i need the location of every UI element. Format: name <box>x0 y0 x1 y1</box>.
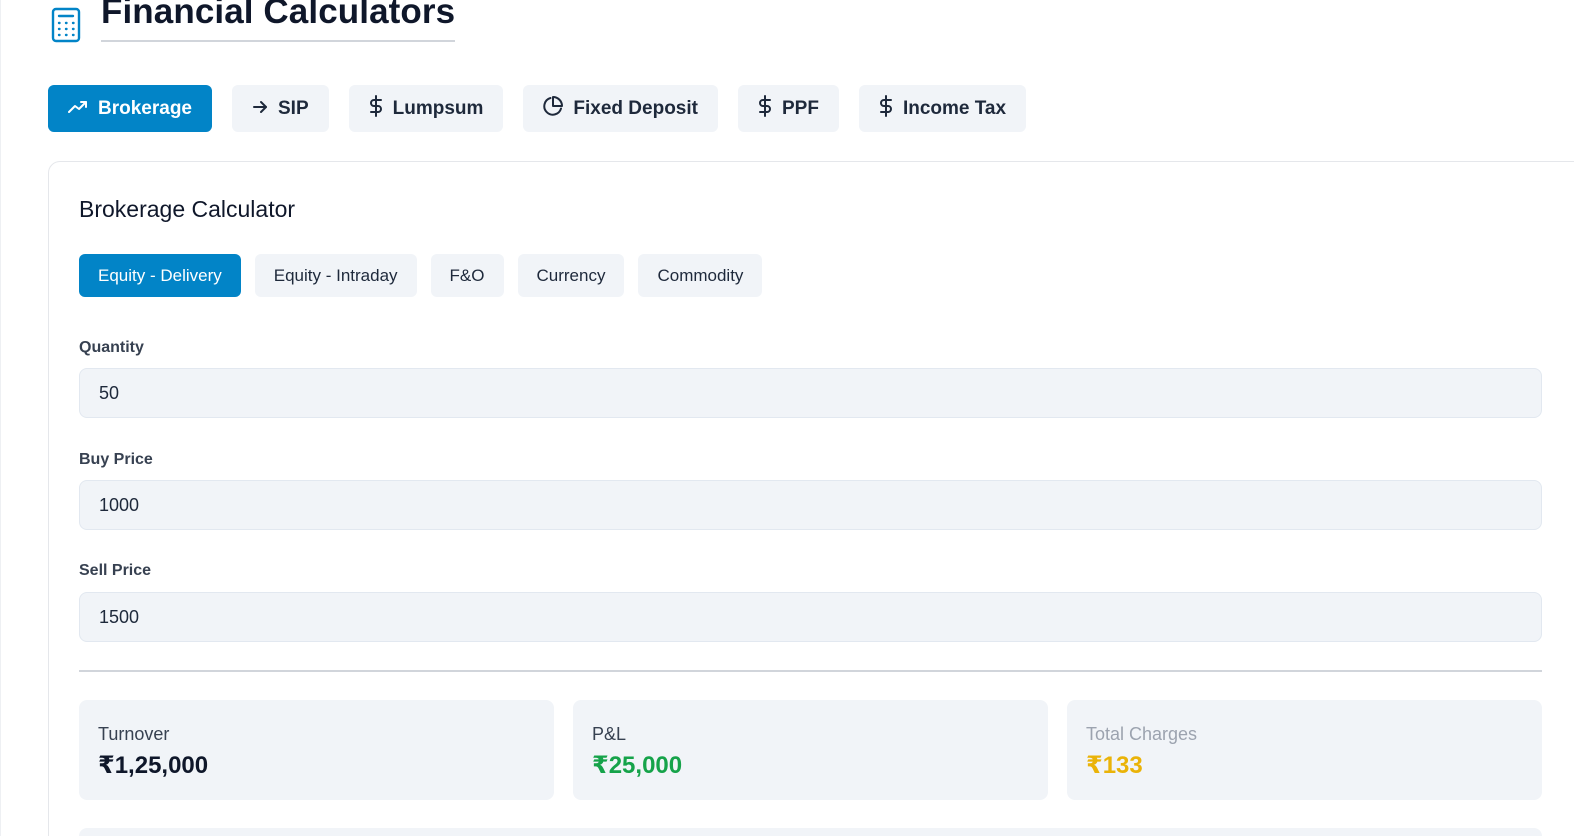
tab-brokerage[interactable]: Brokerage <box>48 85 212 132</box>
total-charges-label: Total Charges <box>1086 724 1198 744</box>
sell-price-input[interactable] <box>79 592 1542 642</box>
quantity-input[interactable] <box>79 368 1542 418</box>
quantity-label: Quantity <box>79 339 144 356</box>
tab-label: Brokerage <box>98 97 192 119</box>
total-charges-card: Total Charges ₹133 <box>1067 700 1542 800</box>
total-charges-value: ₹133 <box>1086 752 1143 779</box>
turnover-label: Turnover <box>98 724 170 744</box>
page-title-wrap: Financial Calculators <box>101 0 456 42</box>
page-header: Financial Calculators <box>49 0 456 48</box>
segment-currency[interactable]: Currency <box>517 254 625 297</box>
dollar-icon <box>879 94 893 123</box>
tab-lumpsum[interactable]: Lumpsum <box>348 85 504 132</box>
dollar-icon <box>369 94 383 123</box>
buy-price-input[interactable] <box>79 480 1542 530</box>
trending-up-icon <box>68 98 88 120</box>
calculators-page: Financial Calculators Brokerage SIP Lump… <box>0 0 1574 836</box>
segment-equity-delivery[interactable]: Equity - Delivery <box>79 254 241 297</box>
tab-label: Income Tax <box>902 97 1007 119</box>
brokerage-calculator-card: Brokerage Calculator Equity - Delivery E… <box>48 161 1574 836</box>
tab-income-tax[interactable]: Income Tax <box>858 85 1027 132</box>
tab-ppf[interactable]: PPF <box>737 85 839 132</box>
dollar-icon <box>758 94 772 123</box>
calculator-tabs: Brokerage SIP Lumpsum Fixed Deposit PPF … <box>48 85 1027 132</box>
pie-chart-icon <box>543 95 564 122</box>
tab-label: SIP <box>278 97 309 119</box>
tab-fixed-deposit[interactable]: Fixed Deposit <box>523 85 718 132</box>
tab-label: PPF <box>781 97 819 119</box>
calculator-title: Brokerage Calculator <box>79 196 296 222</box>
turnover-value: ₹1,25,000 <box>98 752 209 779</box>
tab-label: Fixed Deposit <box>573 97 698 119</box>
tab-label: Lumpsum <box>392 97 484 119</box>
charges-breakdown-panel <box>79 828 1542 836</box>
divider <box>79 670 1542 672</box>
segment-commodity[interactable]: Commodity <box>638 254 763 297</box>
arrow-right-icon <box>252 98 268 120</box>
buy-price-label: Buy Price <box>79 451 153 468</box>
turnover-card: Turnover ₹1,25,000 <box>79 700 554 800</box>
pnl-value: ₹25,000 <box>592 752 683 779</box>
tab-sip[interactable]: SIP <box>232 85 329 132</box>
segment-fno[interactable]: F&O <box>430 254 504 297</box>
page-title: Financial Calculators <box>101 0 456 31</box>
sell-price-label: Sell Price <box>79 562 152 579</box>
pnl-card: P&L ₹25,000 <box>573 700 1048 800</box>
pnl-label: P&L <box>592 724 627 744</box>
segment-equity-intraday[interactable]: Equity - Intraday <box>254 254 417 297</box>
segment-tabs: Equity - Delivery Equity - Intraday F&O … <box>79 254 763 297</box>
calculator-icon <box>49 5 83 45</box>
